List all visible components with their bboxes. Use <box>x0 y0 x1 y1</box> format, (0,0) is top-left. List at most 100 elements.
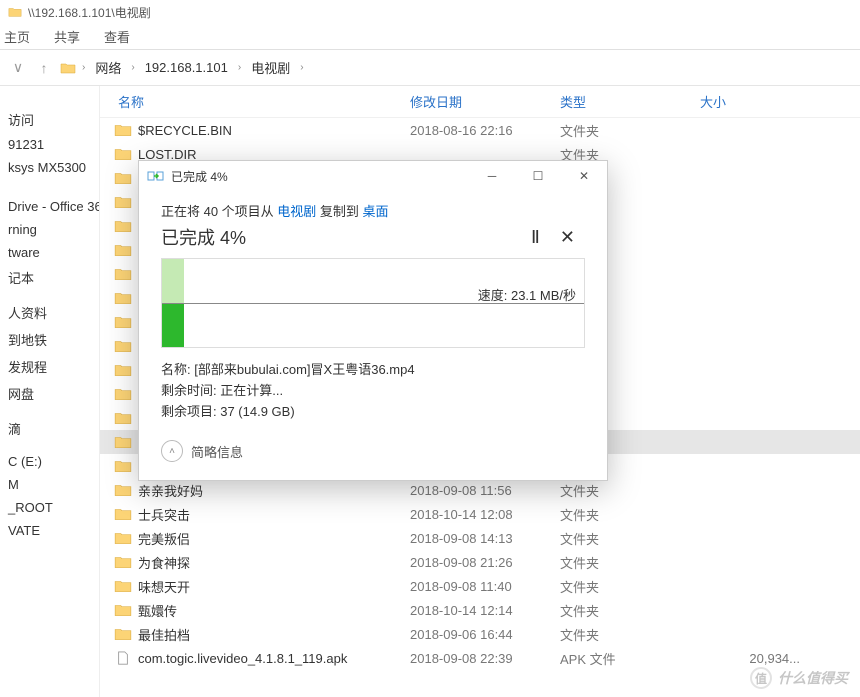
file-date: 2018-09-08 11:56 <box>410 483 560 498</box>
table-row[interactable]: 士兵突击2018-10-14 12:08文件夹 <box>100 502 860 526</box>
nav-back-icon[interactable]: ∨ <box>8 59 28 76</box>
pause-button[interactable]: Ⅱ <box>521 227 550 248</box>
table-row[interactable]: 亲亲我好妈2018-09-08 11:56文件夹 <box>100 478 860 502</box>
column-date[interactable]: 修改日期 <box>410 92 560 111</box>
folder-icon <box>60 62 76 74</box>
sidebar-item[interactable]: 记本 <box>0 264 99 291</box>
copy-details: 名称: [部部来bubulai.com]冒X王粤语36.mp4 剩余时间: 正在… <box>161 360 585 422</box>
copy-icon <box>147 169 165 183</box>
column-size[interactable]: 大小 <box>700 92 800 111</box>
sidebar: 访问91231ksys MX5300 Drive - Office 36rning… <box>0 86 100 697</box>
file-name: $RECYCLE.BIN <box>138 123 410 138</box>
file-type: 文件夹 <box>560 625 700 644</box>
file-name: com.togic.livevideo_4.1.8.1_119.apk <box>138 651 410 666</box>
table-row[interactable]: $RECYCLE.BIN2018-08-16 22:16文件夹 <box>100 118 860 142</box>
sidebar-item[interactable]: 91231 <box>0 133 99 156</box>
sidebar-item[interactable]: Drive - Office 36 <box>0 195 99 218</box>
file-name: 味想天开 <box>138 577 410 596</box>
source-link[interactable]: 电视剧 <box>277 204 316 219</box>
sidebar-item[interactable]: _ROOT <box>0 496 99 519</box>
file-name: 为食神探 <box>138 553 410 572</box>
table-row[interactable]: 最佳拍档2018-09-06 16:44文件夹 <box>100 622 860 646</box>
nav-up-icon[interactable]: ↑ <box>34 60 54 76</box>
file-type: APK 文件 <box>560 649 700 668</box>
speed-notch <box>162 304 170 316</box>
table-row[interactable]: com.togic.livevideo_4.1.8.1_119.apk2018-… <box>100 646 860 670</box>
copying-text: 正在将 40 个项目从 电视剧 复制到 桌面 <box>161 201 585 220</box>
sidebar-item <box>0 179 99 187</box>
file-date: 2018-10-14 12:08 <box>410 507 560 522</box>
dialog-title: 已完成 4% <box>171 168 228 185</box>
chevron-right-icon[interactable]: › <box>236 62 243 73</box>
dialog-titlebar: 已完成 4% ─ ☐ ✕ <box>139 161 607 191</box>
ribbon-tabs: 主页 共享 查看 <box>0 24 860 50</box>
sidebar-item[interactable]: 网盘 <box>0 380 99 407</box>
file-date: 2018-09-08 11:40 <box>410 579 560 594</box>
file-name: 士兵突击 <box>138 505 410 524</box>
sidebar-item[interactable]: rning <box>0 218 99 241</box>
watermark: 值 什么值得买 <box>750 667 848 689</box>
chevron-up-icon: ˄ <box>161 440 183 462</box>
sidebar-item[interactable]: VATE <box>0 519 99 542</box>
dest-link[interactable]: 桌面 <box>363 204 389 219</box>
detail-name: 名称: [部部来bubulai.com]冒X王粤语36.mp4 <box>161 360 585 381</box>
file-name: 甄嬛传 <box>138 601 410 620</box>
file-date: 2018-09-08 14:13 <box>410 531 560 546</box>
file-type: 文件夹 <box>560 529 700 548</box>
file-date: 2018-09-08 22:39 <box>410 651 560 666</box>
chevron-right-icon[interactable]: › <box>129 62 136 73</box>
sidebar-item[interactable]: 到地铁 <box>0 326 99 353</box>
detail-items: 剩余项目: 37 (14.9 GB) <box>161 402 585 423</box>
ribbon-share[interactable]: 共享 <box>54 27 80 46</box>
breadcrumb[interactable]: › 网络 › 192.168.1.101 › 电视剧 › <box>60 56 852 79</box>
file-name: 完美叛侣 <box>138 529 410 548</box>
speed-label: 速度: 23.1 MB/秒 <box>478 285 576 304</box>
sidebar-item[interactable]: M <box>0 473 99 496</box>
sidebar-item[interactable]: C (E:) <box>0 450 99 473</box>
sidebar-item[interactable]: 人资料 <box>0 299 99 326</box>
file-type: 文件夹 <box>560 553 700 572</box>
file-type: 文件夹 <box>560 505 700 524</box>
column-headers: 名称 修改日期 类型 大小 <box>100 86 860 118</box>
file-type: 文件夹 <box>560 577 700 596</box>
sidebar-item[interactable]: ksys MX5300 <box>0 156 99 179</box>
detail-time: 剩余时间: 正在计算... <box>161 381 585 402</box>
sidebar-item <box>0 407 99 415</box>
file-date: 2018-09-06 16:44 <box>410 627 560 642</box>
copy-dialog: 已完成 4% ─ ☐ ✕ 正在将 40 个项目从 电视剧 复制到 桌面 已完成 … <box>138 160 608 481</box>
window-title: \\192.168.1.101\电视剧 <box>28 4 151 21</box>
speed-chart: 速度: 23.1 MB/秒 <box>161 258 585 348</box>
sidebar-item <box>0 442 99 450</box>
sidebar-item <box>0 291 99 299</box>
close-button[interactable]: ✕ <box>561 161 607 191</box>
minimize-button[interactable]: ─ <box>469 161 515 191</box>
watermark-badge: 值 <box>750 667 772 689</box>
cancel-button[interactable]: ✕ <box>550 227 585 248</box>
column-type[interactable]: 类型 <box>560 92 700 111</box>
chevron-right-icon[interactable]: › <box>80 62 87 73</box>
sidebar-item[interactable]: tware <box>0 241 99 264</box>
watermark-text: 什么值得买 <box>778 668 848 688</box>
file-type: 文件夹 <box>560 601 700 620</box>
sidebar-item[interactable]: 访问 <box>0 106 99 133</box>
file-date: 2018-08-16 22:16 <box>410 123 560 138</box>
table-row[interactable]: 为食神探2018-09-08 21:26文件夹 <box>100 550 860 574</box>
sidebar-item[interactable]: 滴 <box>0 415 99 442</box>
ribbon-view[interactable]: 查看 <box>104 27 130 46</box>
breadcrumb-folder[interactable]: 电视剧 <box>247 56 294 79</box>
chevron-right-icon[interactable]: › <box>298 62 305 73</box>
file-size: 20,934... <box>700 651 800 666</box>
ribbon-home[interactable]: 主页 <box>4 27 30 46</box>
maximize-button[interactable]: ☐ <box>515 161 561 191</box>
breadcrumb-host[interactable]: 192.168.1.101 <box>141 58 232 77</box>
table-row[interactable]: 味想天开2018-09-08 11:40文件夹 <box>100 574 860 598</box>
address-bar: ∨ ↑ › 网络 › 192.168.1.101 › 电视剧 › <box>0 50 860 86</box>
table-row[interactable]: 甄嬛传2018-10-14 12:14文件夹 <box>100 598 860 622</box>
fewer-details-toggle[interactable]: ˄ 简略信息 <box>161 440 585 462</box>
table-row[interactable]: 完美叛侣2018-09-08 14:13文件夹 <box>100 526 860 550</box>
sidebar-item[interactable]: 发规程 <box>0 353 99 380</box>
breadcrumb-network[interactable]: 网络 <box>91 56 125 79</box>
column-name[interactable]: 名称 <box>100 92 410 111</box>
progress-text: 已完成 4% <box>161 224 521 250</box>
folder-icon <box>8 6 22 18</box>
